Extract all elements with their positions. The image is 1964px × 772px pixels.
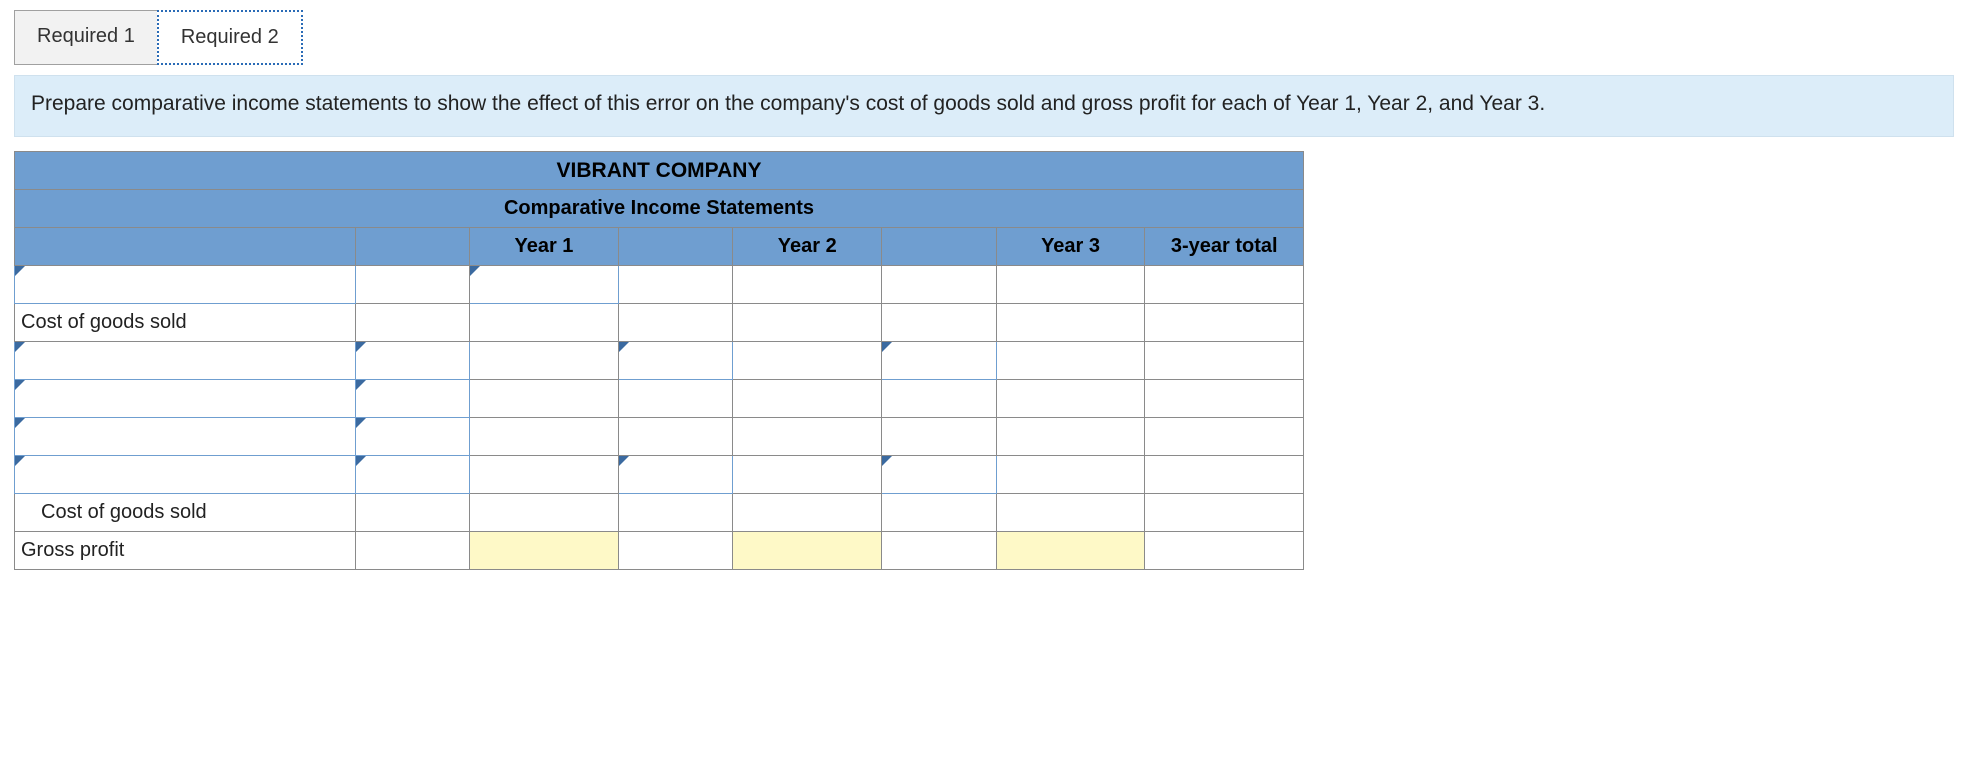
table-row: Cost of goods sold: [15, 494, 1304, 532]
cell-input[interactable]: [996, 266, 1145, 304]
cell-input[interactable]: [470, 304, 619, 342]
cell-input[interactable]: [733, 266, 882, 304]
row-label-input[interactable]: [15, 456, 356, 494]
colhead-year1: Year 1: [470, 228, 619, 266]
income-statement-table: VIBRANT COMPANY Comparative Income State…: [14, 151, 1304, 570]
colhead-total: 3-year total: [1145, 228, 1304, 266]
cell-input[interactable]: [1145, 266, 1304, 304]
cell-input[interactable]: [996, 380, 1145, 418]
cell-input[interactable]: [1145, 456, 1304, 494]
cell-input[interactable]: [1145, 494, 1304, 532]
report-title: Comparative Income Statements: [15, 190, 1304, 228]
row-label-input[interactable]: [15, 418, 356, 456]
cell-input[interactable]: [1145, 342, 1304, 380]
cell-input[interactable]: [470, 418, 619, 456]
instruction-panel: Prepare comparative income statements to…: [14, 75, 1954, 137]
cell-input[interactable]: [996, 456, 1145, 494]
cell-input[interactable]: [470, 266, 619, 304]
cell-input[interactable]: [355, 304, 470, 342]
cell-input[interactable]: [733, 418, 882, 456]
cell-input[interactable]: [882, 456, 997, 494]
colhead-year2: Year 2: [733, 228, 882, 266]
cell-input[interactable]: [355, 266, 470, 304]
cell-input[interactable]: [355, 418, 470, 456]
table-row: [15, 380, 1304, 418]
colhead-blank: [15, 228, 356, 266]
row-label-input[interactable]: [15, 342, 356, 380]
cell-input[interactable]: [996, 418, 1145, 456]
cell-input[interactable]: [882, 380, 997, 418]
cell-input[interactable]: [733, 456, 882, 494]
cell-input[interactable]: [470, 380, 619, 418]
table-row: [15, 266, 1304, 304]
cell-input[interactable]: [618, 342, 733, 380]
cell-input[interactable]: [618, 304, 733, 342]
row-label-gross-profit: Gross profit: [15, 532, 356, 570]
cell-input[interactable]: [355, 532, 470, 570]
cell-output: [733, 532, 882, 570]
table-row: Cost of goods sold: [15, 304, 1304, 342]
cell-input[interactable]: [618, 456, 733, 494]
cell-input[interactable]: [470, 494, 619, 532]
cell-input[interactable]: [618, 418, 733, 456]
row-label-cogs-header: Cost of goods sold: [15, 304, 356, 342]
tabs: Required 1 Required 2: [14, 10, 1954, 65]
cell-input[interactable]: [618, 266, 733, 304]
cell-input[interactable]: [996, 342, 1145, 380]
cell-input[interactable]: [355, 494, 470, 532]
cell-input[interactable]: [996, 494, 1145, 532]
cell-input[interactable]: [882, 532, 997, 570]
cell-input[interactable]: [618, 494, 733, 532]
cell-input[interactable]: [355, 342, 470, 380]
cell-input[interactable]: [733, 342, 882, 380]
company-header: VIBRANT COMPANY: [15, 152, 1304, 190]
row-label-cogs-total: Cost of goods sold: [15, 494, 356, 532]
cell-input[interactable]: [882, 342, 997, 380]
cell-input[interactable]: [470, 342, 619, 380]
row-label-input[interactable]: [15, 266, 356, 304]
worksheet: VIBRANT COMPANY Comparative Income State…: [14, 151, 1304, 570]
cell-input[interactable]: [1145, 532, 1304, 570]
cell-input[interactable]: [355, 380, 470, 418]
row-label-input[interactable]: [15, 380, 356, 418]
tab-required-1[interactable]: Required 1: [14, 10, 157, 65]
colhead-year2-a: [618, 228, 733, 266]
colhead-year3: Year 3: [996, 228, 1145, 266]
cell-output: [470, 532, 619, 570]
colhead-year3-a: [882, 228, 997, 266]
cell-input[interactable]: [733, 380, 882, 418]
cell-input[interactable]: [882, 494, 997, 532]
cell-input[interactable]: [1145, 418, 1304, 456]
cell-input[interactable]: [355, 456, 470, 494]
table-row: [15, 342, 1304, 380]
tab-required-2[interactable]: Required 2: [157, 10, 303, 65]
cell-input[interactable]: [882, 418, 997, 456]
cell-input[interactable]: [733, 494, 882, 532]
cell-input[interactable]: [996, 304, 1145, 342]
table-row: [15, 456, 1304, 494]
cell-input[interactable]: [470, 456, 619, 494]
cell-input[interactable]: [733, 304, 882, 342]
cell-input[interactable]: [618, 380, 733, 418]
table-row: Gross profit: [15, 532, 1304, 570]
cell-input[interactable]: [618, 532, 733, 570]
cell-output: [996, 532, 1145, 570]
colhead-year1-a: [355, 228, 470, 266]
table-row: [15, 418, 1304, 456]
cell-input[interactable]: [882, 266, 997, 304]
cell-input[interactable]: [1145, 304, 1304, 342]
cell-input[interactable]: [882, 304, 997, 342]
cell-input[interactable]: [1145, 380, 1304, 418]
